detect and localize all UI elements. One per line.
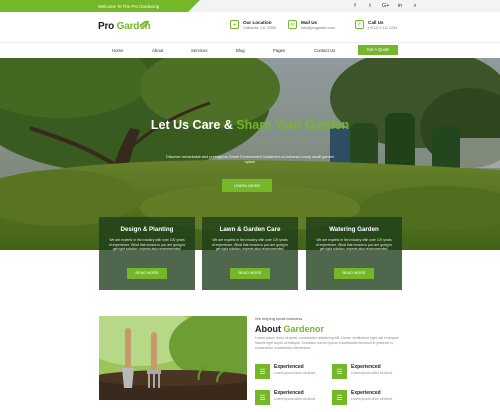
nav-services[interactable]: Services: [191, 48, 207, 53]
feature-title: Experienced: [274, 364, 304, 370]
call-value[interactable]: (+012) 0 111 1234: [368, 26, 397, 31]
feature-title: Experienced: [351, 390, 381, 396]
mail-value[interactable]: Info@progarden.com: [301, 26, 335, 31]
nav-contact[interactable]: Contact Us: [314, 48, 335, 53]
read-more-button[interactable]: READ MORE: [334, 268, 374, 279]
logo-pro: Pro: [98, 21, 115, 32]
instagram-icon[interactable]: in: [397, 2, 403, 10]
service-card-lawn: Lawn & Garden Care We are experts in the…: [202, 217, 298, 290]
hero-title-highlight: Share Your Garden: [236, 118, 350, 132]
search-icon[interactable]: ⌕: [412, 2, 418, 10]
facebook-icon[interactable]: f: [352, 2, 358, 10]
checklist-icon: ☰: [332, 364, 347, 379]
feature-text: Lorem ipsum dolor sit Amet.: [351, 397, 394, 401]
main-nav: Home About Services Blog Pages Contact U…: [0, 42, 500, 58]
phone-icon: ✆: [355, 20, 364, 29]
social-links: f t G+ in ⌕: [352, 2, 418, 10]
location-icon: ⌖: [230, 20, 239, 29]
nav-blog[interactable]: Blog: [236, 48, 245, 53]
feature-item: ☰ Experienced Lorem ipsum dolor sit Amet…: [255, 364, 325, 386]
about-image: [99, 316, 247, 400]
nav-about[interactable]: About: [152, 48, 163, 53]
about-text: Lorem ipsum dolor sit amet, consectetur …: [255, 336, 400, 350]
service-text: We are experts in the industry with over…: [315, 238, 393, 252]
garden-tools-image: [99, 316, 247, 400]
nav-pages[interactable]: Pages: [273, 48, 285, 53]
feature-text: Lorem ipsum dolor sit Amet.: [351, 371, 394, 375]
checklist-icon: ☰: [255, 390, 270, 405]
feature-text: Lorem ipsum dolor sit Amet.: [274, 371, 317, 375]
service-title: Lawn & Garden Care: [219, 226, 281, 233]
twitter-icon[interactable]: t: [367, 2, 373, 10]
hero-title-main: Let Us Care &: [150, 118, 237, 132]
service-text: We are experts in the industry with over…: [108, 238, 186, 252]
google-plus-icon[interactable]: G+: [382, 2, 390, 10]
feature-text: Lorem ipsum dolor sit Amet.: [274, 397, 317, 401]
about-title-main: About: [255, 324, 284, 334]
service-card-watering: Watering Garden We are experts in the in…: [306, 217, 402, 290]
service-title: Watering Garden: [329, 226, 379, 233]
read-more-button[interactable]: READ MORE: [127, 268, 167, 279]
hero-subtitle: Discover remarkable and prestigious Gree…: [166, 155, 334, 164]
get-quote-button[interactable]: Get A Quote: [358, 45, 398, 55]
location-info: ⌖ Our Location California, CA 70300: [230, 20, 276, 31]
checklist-icon: ☰: [332, 390, 347, 405]
service-text: We are experts in the industry with over…: [211, 238, 289, 252]
about-title-highlight: Gardenor: [283, 324, 325, 334]
location-value: California, CA 70300: [243, 26, 276, 30]
welcome-text: Welcome To The Pro Gardening: [98, 3, 160, 9]
call-info: ✆ Call Us (+012) 0 111 1234: [355, 20, 397, 31]
checklist-icon: ☰: [255, 364, 270, 379]
feature-title: Experienced: [274, 390, 304, 396]
service-card-design: Design & Planting We are experts in the …: [99, 217, 195, 290]
top-bar: Welcome To The Pro Gardening f t G+ in ⌕: [0, 0, 500, 12]
feature-item: ☰ Experienced Lorem ipsum dolor sit Amet…: [332, 364, 402, 386]
about-eyebrow: We helping small business: [255, 316, 303, 321]
about-title: About Gardenor: [255, 324, 324, 334]
feature-item: ☰ Experienced Lorem ipsum dolor sit Amet…: [255, 390, 325, 412]
service-title: Design & Planting: [120, 226, 174, 233]
leaf-logo-icon: [139, 20, 149, 29]
feature-item: ☰ Experienced Lorem ipsum dolor sit Amet…: [332, 390, 402, 412]
nav-home[interactable]: Home: [112, 48, 123, 53]
mail-info: ✉ Mail Us Info@progarden.com: [288, 20, 335, 31]
mail-icon: ✉: [288, 20, 297, 29]
read-more-button[interactable]: READ MORE: [230, 268, 270, 279]
feature-title: Experienced: [351, 364, 381, 370]
site-header: Pro Garden ⌖ Our Location California, CA…: [0, 12, 500, 42]
learn-more-button[interactable]: LEARN MORE: [222, 179, 272, 192]
hero-title: Let Us Care & Share Your Garden: [150, 118, 350, 132]
